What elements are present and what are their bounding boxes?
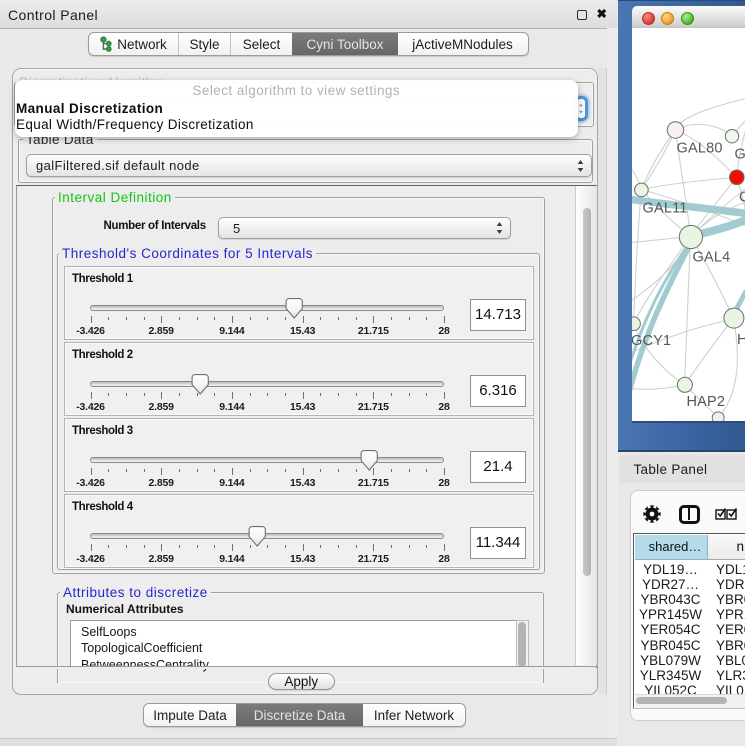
svg-text:GA: GA xyxy=(734,146,745,162)
svg-text:HAP2: HAP2 xyxy=(686,394,725,410)
svg-text:GAL11: GAL11 xyxy=(642,200,687,216)
svg-text:CR: CR xyxy=(739,189,745,205)
svg-text:GAL4: GAL4 xyxy=(692,249,730,265)
svg-text:H: H xyxy=(737,332,745,348)
svg-text:GAL80: GAL80 xyxy=(676,140,722,156)
svg-text:GCY1: GCY1 xyxy=(632,333,671,349)
